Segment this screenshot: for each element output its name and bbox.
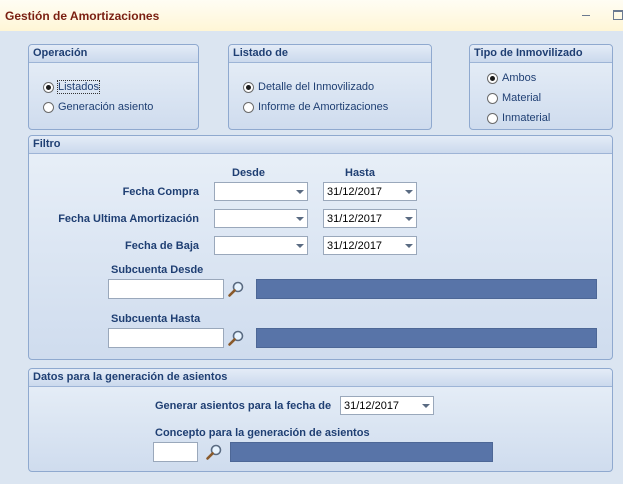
asientos-header: Datos para la generación de asientos bbox=[29, 369, 612, 387]
form-body: Operación Listados Generación asiento Li… bbox=[0, 31, 623, 484]
radio-inmaterial[interactable]: Inmaterial bbox=[487, 111, 550, 125]
maximize-icon[interactable] bbox=[612, 8, 623, 20]
radio-dot bbox=[43, 102, 54, 113]
hasta-column-label: Hasta bbox=[345, 167, 375, 179]
radio-label: Informe de Amortizaciones bbox=[258, 101, 389, 113]
concepto-input[interactable] bbox=[153, 442, 198, 462]
filtro-header: Filtro bbox=[29, 136, 612, 154]
listado-header: Listado de bbox=[229, 45, 431, 63]
chevron-down-icon[interactable] bbox=[422, 404, 430, 408]
fecha-generacion-select[interactable]: 31/12/2017 bbox=[340, 396, 434, 415]
fecha-ultima-desde-select[interactable] bbox=[214, 209, 308, 228]
select-value: 31/12/2017 bbox=[344, 400, 400, 412]
select-value: 31/12/2017 bbox=[327, 213, 383, 225]
radio-label: Listados bbox=[57, 80, 100, 94]
radio-material[interactable]: Material bbox=[487, 91, 541, 105]
fecha-compra-hasta-select[interactable]: 31/12/2017 bbox=[323, 182, 417, 201]
radio-label: Detalle del Inmovilizado bbox=[258, 81, 375, 93]
radio-listados[interactable]: Listados bbox=[43, 80, 100, 94]
concepto-description bbox=[230, 442, 493, 462]
radio-ambos[interactable]: Ambos bbox=[487, 71, 536, 85]
title-bar: Gestión de Amortizaciones bbox=[0, 0, 623, 32]
chevron-down-icon[interactable] bbox=[296, 217, 304, 221]
operacion-group: Operación Listados Generación asiento bbox=[28, 44, 199, 130]
concepto-label: Concepto para la generación de asientos bbox=[155, 427, 370, 439]
subcuenta-desde-description bbox=[256, 279, 597, 299]
radio-label: Generación asiento bbox=[58, 101, 154, 113]
fecha-generacion-label: Generar asientos para la fecha de bbox=[155, 400, 332, 412]
radio-dot bbox=[487, 93, 498, 104]
fecha-compra-label: Fecha Compra bbox=[122, 186, 199, 198]
select-value: 31/12/2017 bbox=[327, 240, 383, 252]
fecha-baja-desde-select[interactable] bbox=[214, 236, 308, 255]
listado-group: Listado de Detalle del Inmovilizado Info… bbox=[228, 44, 432, 130]
fecha-baja-label: Fecha de Baja bbox=[125, 240, 199, 252]
subcuenta-desde-label: Subcuenta Desde bbox=[111, 264, 204, 276]
chevron-down-icon[interactable] bbox=[405, 190, 413, 194]
fecha-compra-desde-select[interactable] bbox=[214, 182, 308, 201]
fecha-baja-hasta-select[interactable]: 31/12/2017 bbox=[323, 236, 417, 255]
search-icon[interactable] bbox=[227, 329, 245, 347]
radio-label: Material bbox=[502, 92, 542, 104]
subcuenta-hasta-description bbox=[256, 328, 597, 348]
radio-dot bbox=[243, 102, 254, 113]
tipo-group: Tipo de Inmovilizado Ambos Material Inma… bbox=[469, 44, 613, 130]
chevron-down-icon[interactable] bbox=[405, 217, 413, 221]
radio-detalle-inmovilizado[interactable]: Detalle del Inmovilizado bbox=[243, 80, 374, 94]
radio-dot bbox=[487, 113, 498, 124]
operacion-header: Operación bbox=[29, 45, 198, 63]
subcuenta-hasta-label: Subcuenta Hasta bbox=[111, 313, 201, 325]
minimize-icon[interactable] bbox=[580, 8, 592, 20]
radio-label: Ambos bbox=[502, 72, 537, 84]
subcuenta-hasta-input[interactable] bbox=[108, 328, 224, 348]
filtro-group: Filtro Desde Hasta Fecha Compra 31/12/20… bbox=[28, 135, 613, 360]
search-icon[interactable] bbox=[227, 280, 245, 298]
chevron-down-icon[interactable] bbox=[296, 190, 304, 194]
radio-informe-amortizaciones[interactable]: Informe de Amortizaciones bbox=[243, 100, 388, 114]
select-value: 31/12/2017 bbox=[327, 186, 383, 198]
fecha-ultima-hasta-select[interactable]: 31/12/2017 bbox=[323, 209, 417, 228]
radio-label: Inmaterial bbox=[502, 112, 551, 124]
window-title: Gestión de Amortizaciones bbox=[5, 9, 160, 23]
radio-dot bbox=[43, 82, 54, 93]
tipo-header: Tipo de Inmovilizado bbox=[470, 45, 612, 63]
chevron-down-icon[interactable] bbox=[405, 244, 413, 248]
subcuenta-desde-input[interactable] bbox=[108, 279, 224, 299]
chevron-down-icon[interactable] bbox=[296, 244, 304, 248]
asientos-group: Datos para la generación de asientos Gen… bbox=[28, 368, 613, 472]
radio-dot bbox=[243, 82, 254, 93]
radio-generacion-asiento[interactable]: Generación asiento bbox=[43, 100, 153, 114]
fecha-ultima-amortizacion-label: Fecha Ultima Amortización bbox=[58, 213, 199, 225]
search-icon[interactable] bbox=[205, 443, 223, 461]
radio-dot bbox=[487, 73, 498, 84]
desde-column-label: Desde bbox=[232, 167, 266, 179]
